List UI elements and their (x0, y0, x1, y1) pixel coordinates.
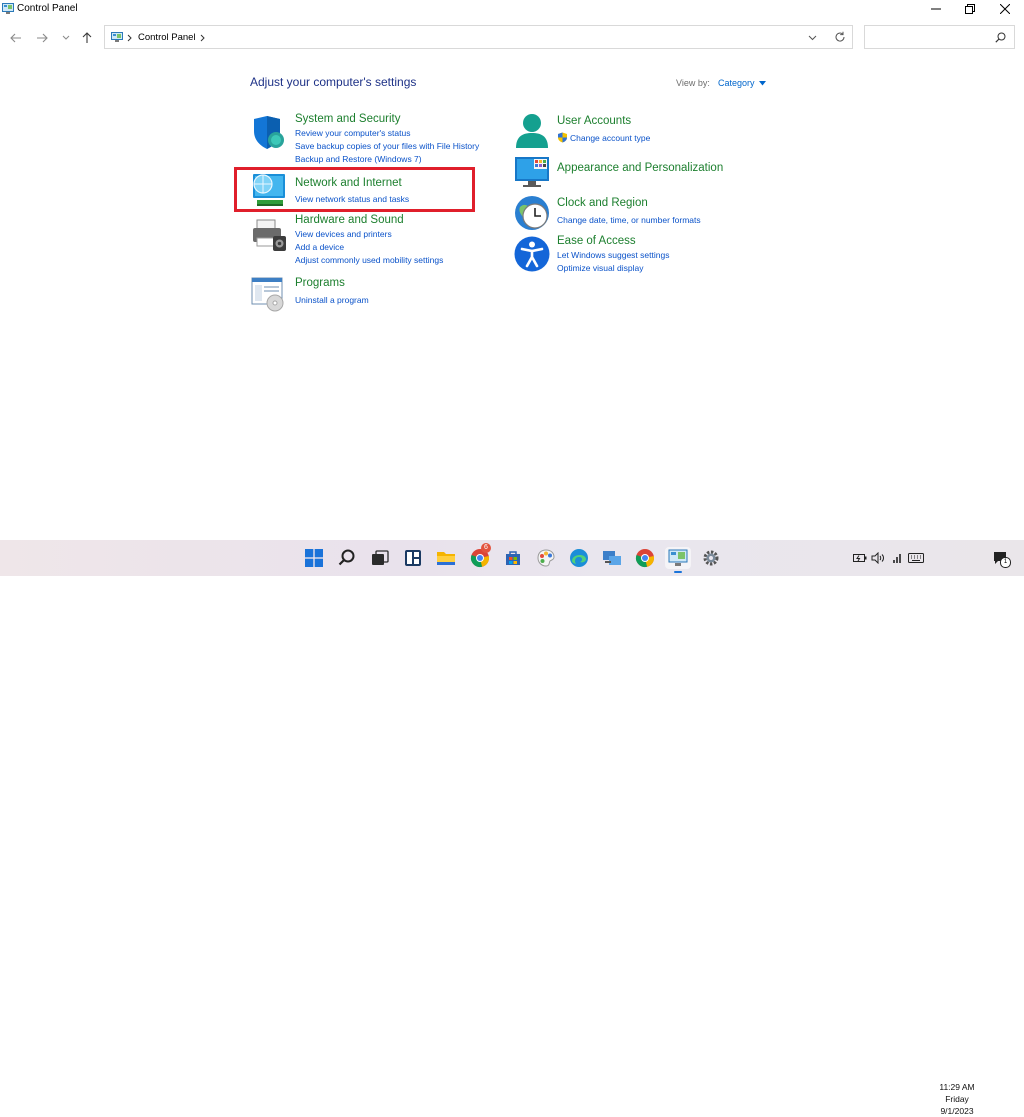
widgets-icon (405, 550, 421, 566)
up-button[interactable] (79, 31, 95, 45)
close-button[interactable] (985, 0, 1024, 18)
input-keyboard-button[interactable] (907, 552, 925, 564)
battery-button[interactable] (853, 552, 867, 564)
mobility-settings-link[interactable]: Adjust commonly used mobility settings (295, 255, 443, 265)
user-accounts-icon (516, 114, 548, 148)
appearance-monitor-icon (515, 157, 549, 187)
appearance-personalization-link[interactable]: Appearance and Personalization (557, 162, 723, 174)
battery-charging-icon (853, 554, 867, 562)
edge-button[interactable] (568, 547, 590, 569)
window-title: Control Panel (17, 3, 78, 14)
active-app-indicator (674, 571, 682, 573)
clock-date: 9/1/2023 (940, 1106, 974, 1116)
chevron-down-icon (62, 35, 70, 40)
printer-icon (253, 219, 286, 251)
change-account-type-link[interactable]: Change account type (570, 133, 650, 143)
search-icon (338, 549, 355, 566)
settings-icon (703, 550, 719, 566)
clock-globe-icon (515, 196, 549, 230)
breadcrumb-control-panel[interactable]: Control Panel (138, 32, 196, 43)
programs-link[interactable]: Programs (295, 277, 345, 289)
taskbar-clock[interactable]: 11:29 AM Friday 9/1/2023 (929, 1081, 985, 1117)
volume-button[interactable] (871, 552, 885, 564)
task-view-button[interactable] (369, 547, 391, 569)
start-icon (305, 549, 323, 567)
volume-icon (871, 552, 884, 564)
taskbar-search-button[interactable] (336, 547, 358, 569)
dropdown-arrow-icon (758, 80, 766, 85)
backup-restore-link[interactable]: Backup and Restore (Windows 7) (295, 154, 422, 164)
recent-locations-button[interactable] (58, 31, 74, 45)
notification-count-badge: 1 (1000, 557, 1011, 568)
programs-icon (251, 277, 284, 312)
control-panel-location-icon (111, 32, 123, 42)
keyboard-icon (908, 553, 924, 563)
chrome-button[interactable]: 6 (469, 543, 491, 569)
view-by-dropdown[interactable]: Category (718, 78, 766, 88)
view-by-label: View by: (676, 78, 710, 88)
accessibility-icon (514, 236, 550, 272)
ease-of-access-link[interactable]: Ease of Access (557, 235, 636, 247)
user-accounts-link[interactable]: User Accounts (557, 115, 631, 127)
view-by-value: Category (718, 78, 755, 88)
forward-arrow-icon (37, 33, 48, 43)
taskbar: 6 11:29 AM Friday 9/1/2023 1 (0, 540, 1024, 1116)
suggest-settings-link[interactable]: Let Windows suggest settings (557, 250, 669, 260)
file-history-link[interactable]: Save backup copies of your files with Fi… (295, 141, 479, 151)
refresh-icon[interactable] (834, 31, 846, 43)
notifications-button[interactable]: 1 (992, 550, 1011, 568)
widgets-button[interactable] (402, 547, 424, 569)
uac-shield-icon (558, 132, 567, 143)
date-time-formats-link[interactable]: Change date, time, or number formats (557, 215, 701, 225)
review-status-link[interactable]: Review your computer's status (295, 128, 410, 138)
restore-button[interactable] (950, 0, 990, 18)
address-bar[interactable]: Control Panel (104, 25, 853, 49)
network-app-icon (603, 551, 621, 565)
clock-day: Friday (945, 1094, 969, 1104)
clock-time: 11:29 AM (939, 1082, 975, 1092)
control-panel-icon (668, 549, 688, 566)
paint-icon (537, 549, 555, 567)
optimize-visual-display-link[interactable]: Optimize visual display (557, 263, 643, 273)
search-input[interactable] (864, 25, 1015, 49)
page-heading: Adjust your computer's settings (250, 75, 417, 89)
clock-and-region-link[interactable]: Clock and Region (557, 197, 648, 209)
task-view-icon (372, 550, 389, 565)
start-button[interactable] (303, 547, 325, 569)
file-explorer-icon (437, 552, 455, 565)
forward-button[interactable] (34, 31, 50, 45)
title-bar: Control Panel (0, 0, 1024, 18)
settings-button[interactable] (700, 547, 722, 569)
back-arrow-icon (10, 33, 21, 43)
address-dropdown-icon[interactable] (808, 35, 817, 41)
network-highlight-box (234, 167, 475, 212)
edge-icon (570, 549, 588, 567)
store-icon (506, 551, 520, 565)
chrome-button-2[interactable] (634, 547, 656, 569)
shield-icon (254, 116, 284, 149)
hardware-and-sound-link[interactable]: Hardware and Sound (295, 214, 404, 226)
paint-button[interactable] (535, 547, 557, 569)
network-status-button[interactable] (889, 552, 903, 564)
minimize-icon (931, 8, 941, 10)
search-icon (995, 32, 1006, 43)
restore-icon (965, 4, 975, 14)
uninstall-program-link[interactable]: Uninstall a program (295, 295, 369, 305)
system-and-security-link[interactable]: System and Security (295, 113, 400, 125)
breadcrumb-chevron-icon[interactable] (200, 34, 205, 42)
file-explorer-button[interactable] (435, 547, 457, 569)
network-app-button[interactable] (601, 547, 623, 569)
breadcrumb-separator-icon (127, 34, 132, 42)
control-panel-app-icon (2, 3, 14, 14)
up-arrow-icon (82, 32, 92, 43)
chrome-icon (635, 549, 655, 568)
store-button[interactable] (502, 547, 524, 569)
wifi-icon (893, 554, 901, 563)
devices-printers-link[interactable]: View devices and printers (295, 229, 392, 239)
back-button[interactable] (8, 31, 24, 45)
control-panel-taskbar-button[interactable] (665, 547, 691, 573)
chrome-badge: 6 (481, 543, 491, 553)
add-device-link[interactable]: Add a device (295, 242, 344, 252)
close-icon (1000, 4, 1010, 14)
